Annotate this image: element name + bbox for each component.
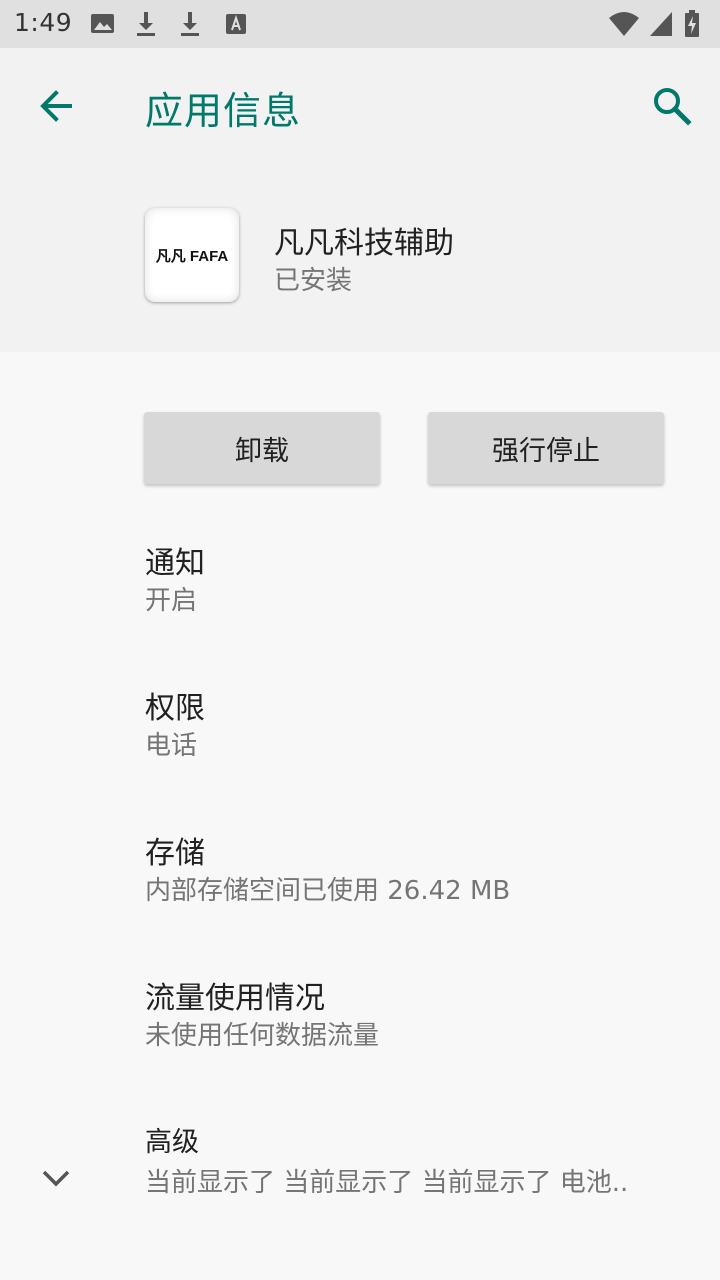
setting-title: 高级 (145, 1127, 199, 1158)
page-title: 应用信息 (145, 89, 302, 133)
status-bar: 1:49 (0, 0, 720, 48)
setting-summary: 电话 (145, 731, 198, 761)
app-icon-logo-text: 凡凡 FAFA (155, 247, 229, 265)
setting-summary: 当前显示了 当前显示了 当前显示了 电池.. (145, 1168, 629, 1198)
app-icon: 凡凡 FAFA (145, 208, 239, 302)
image-icon (91, 14, 114, 33)
setting-summary: 未使用任何数据流量 (145, 1021, 380, 1051)
download-icon (137, 12, 155, 36)
battery-charging-icon (685, 10, 699, 37)
setting-summary: 内部存储空间已使用 26.42 MB (145, 876, 511, 906)
wifi-icon (609, 12, 639, 36)
status-time: 1:49 (14, 8, 73, 37)
arrow-left-icon (40, 90, 72, 122)
setting-summary: 开启 (145, 586, 198, 616)
search-icon (654, 88, 692, 126)
setting-title: 通知 (145, 546, 205, 581)
setting-advanced[interactable]: 高级 当前显示了 当前显示了 当前显示了 电池.. (0, 1120, 720, 1250)
setting-data-usage[interactable]: 流量使用情况 未使用任何数据流量 (0, 973, 720, 1103)
app-install-status: 已安装 (274, 266, 353, 296)
setting-title: 权限 (145, 691, 205, 726)
setting-title: 流量使用情况 (145, 981, 325, 1016)
system-icons (608, 10, 708, 38)
chevron-down-icon (42, 1170, 70, 1187)
search-button[interactable] (642, 76, 702, 136)
setting-storage[interactable]: 存储 内部存储空间已使用 26.42 MB (0, 828, 720, 958)
force-stop-button[interactable]: 强行停止 (428, 412, 664, 484)
uninstall-button[interactable]: 卸载 (144, 412, 380, 484)
signal-icon (650, 12, 672, 36)
download-icon (181, 12, 199, 36)
setting-permissions[interactable]: 权限 电话 (0, 683, 720, 813)
setting-notifications[interactable]: 通知 开启 (0, 538, 720, 668)
app-name: 凡凡科技辅助 (274, 226, 454, 261)
text-notification-icon (226, 14, 246, 34)
app-info-header: 应用信息 凡凡 FAFA 凡凡科技辅助 已安装 (0, 48, 720, 352)
setting-title: 存储 (145, 836, 205, 871)
back-button[interactable] (28, 78, 84, 134)
